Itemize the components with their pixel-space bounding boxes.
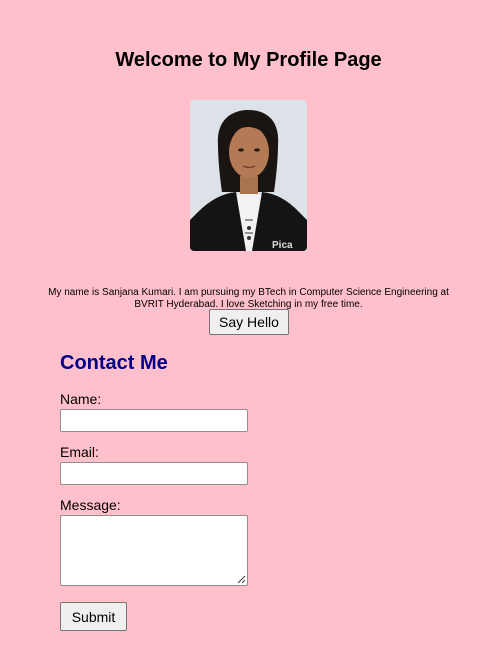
page-title: Welcome to My Profile Page (115, 49, 382, 71)
submit-button[interactable]: Submit (60, 602, 127, 631)
email-label: Email: (60, 444, 99, 460)
textarea-resize-icon[interactable] (236, 574, 246, 584)
svg-text:Pica: Pica (272, 240, 293, 251)
bio-text: My name is Sanjana Kumari. I am pursuing… (48, 287, 449, 310)
email-input[interactable] (60, 462, 248, 485)
profile-photo: Pica (190, 100, 307, 251)
say-hello-button[interactable]: Say Hello (209, 309, 289, 335)
name-input[interactable] (60, 409, 248, 432)
profile-photo-image: Pica (190, 100, 307, 251)
message-textarea[interactable] (60, 515, 248, 586)
contact-heading: Contact Me (60, 352, 168, 374)
message-label: Message: (60, 497, 121, 513)
name-label: Name: (60, 391, 102, 407)
